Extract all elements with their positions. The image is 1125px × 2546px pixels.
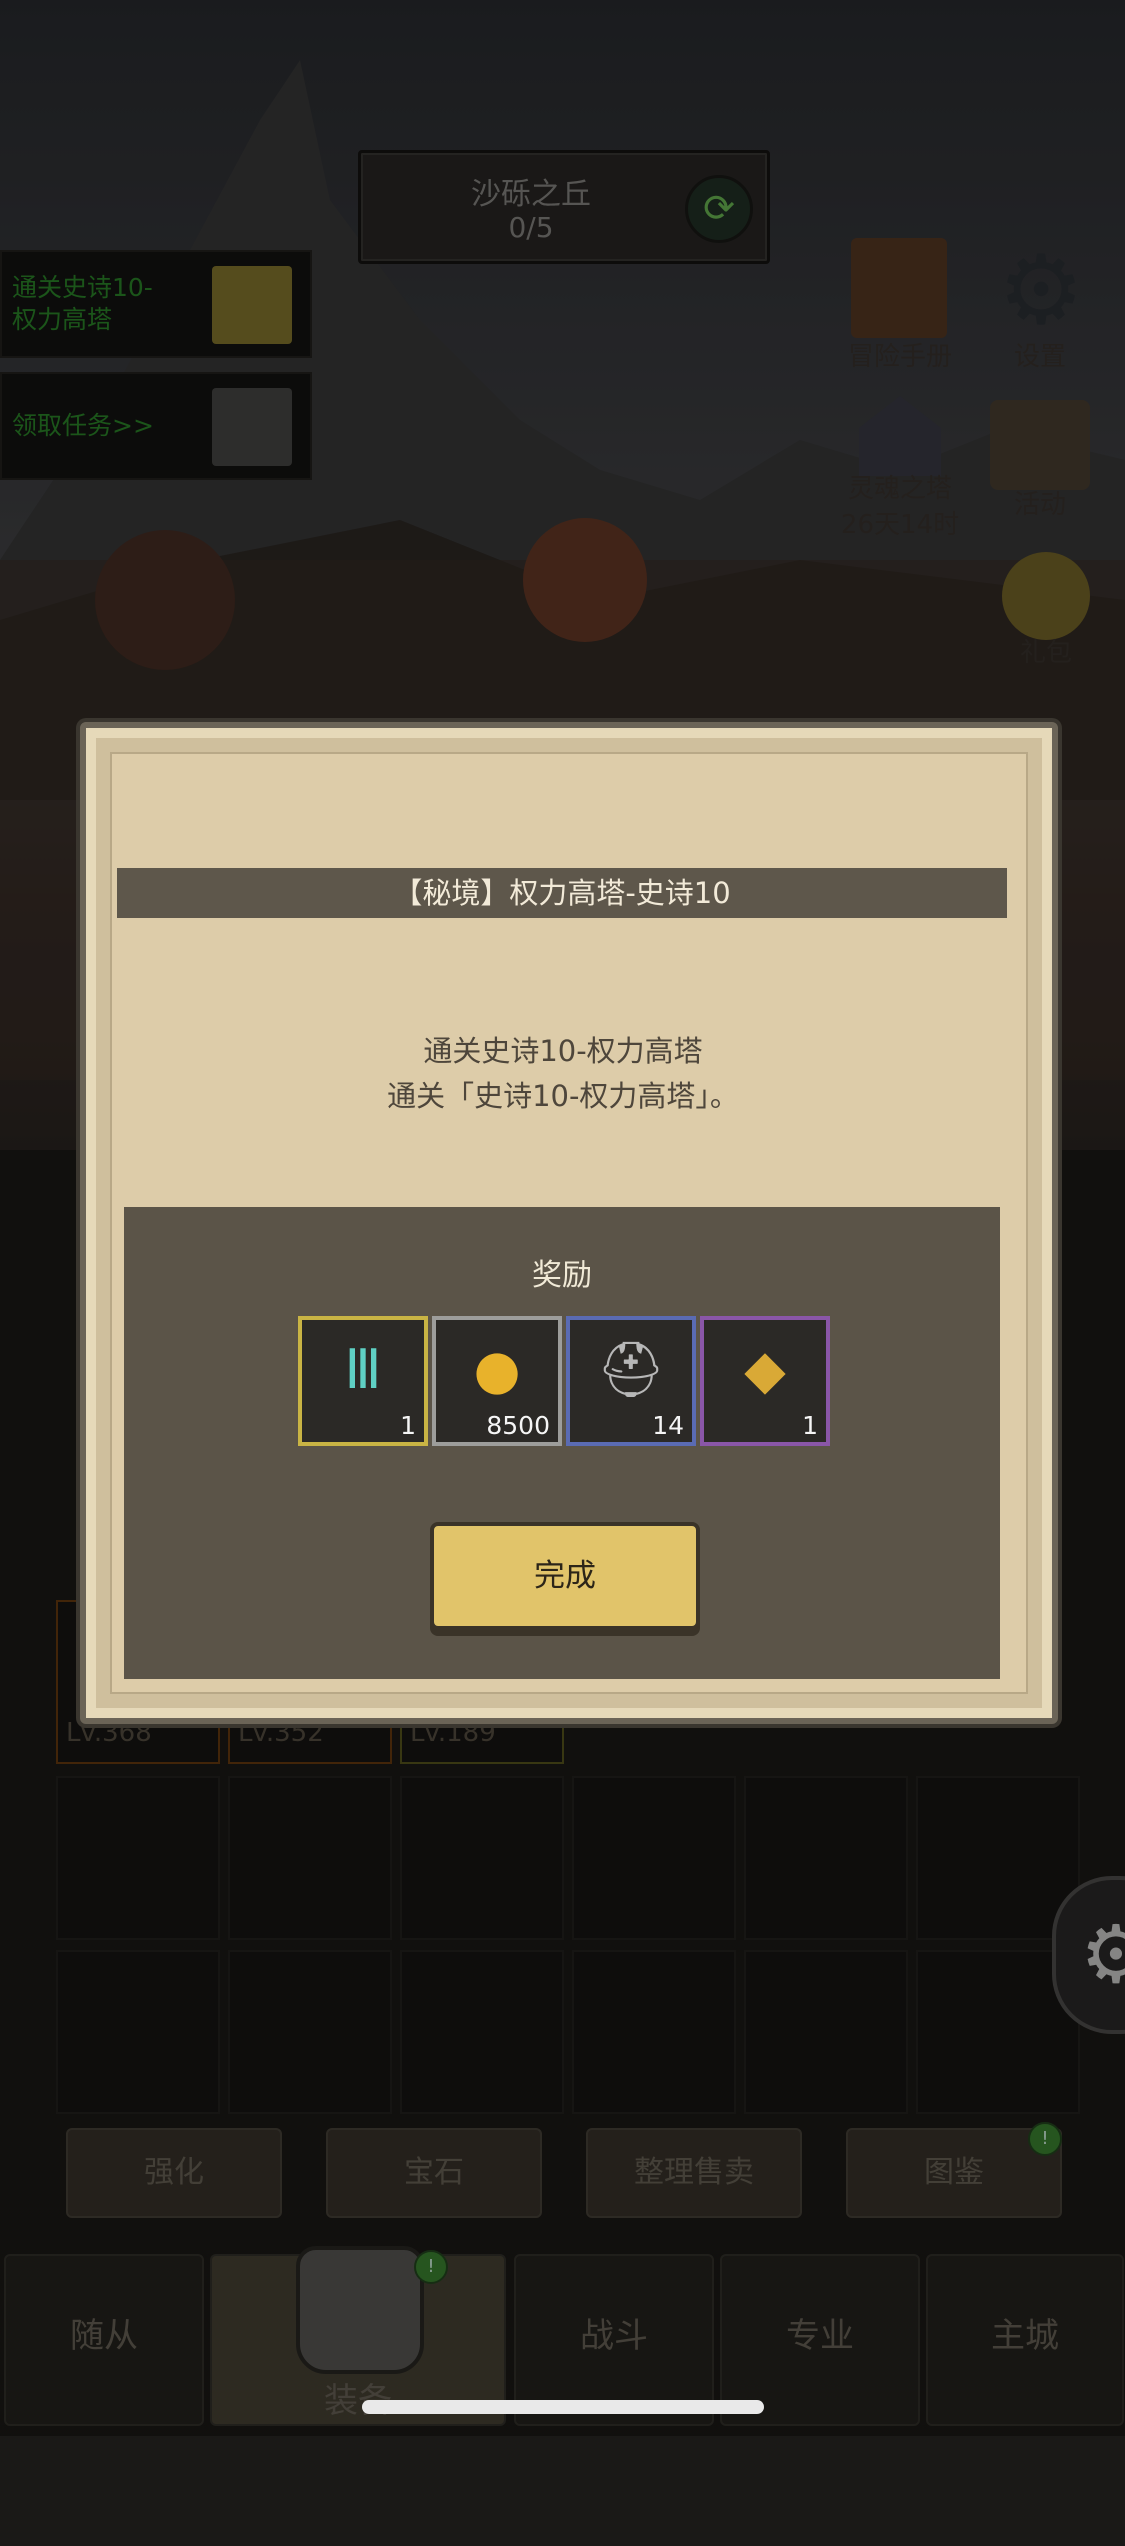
reward-item[interactable]: Ⅲ 1: [298, 1316, 428, 1446]
dialog-description: 通关「史诗10-权力高塔」。: [387, 1079, 739, 1113]
home-indicator[interactable]: [362, 2400, 764, 2414]
dialog-title: 【秘境】权力高塔-史诗10: [117, 868, 1007, 918]
horned-helmet-icon: ⛑: [596, 1338, 666, 1401]
reward-item[interactable]: ● 8500: [432, 1316, 562, 1446]
complete-button[interactable]: 完成: [430, 1522, 700, 1630]
reward-item[interactable]: ◆ 1: [700, 1316, 830, 1446]
dialog-description: 通关史诗10-权力高塔: [423, 1034, 703, 1068]
reward-count: 1: [400, 1411, 416, 1440]
ore-crystal-icon: ◆: [744, 1338, 786, 1401]
reward-item[interactable]: ⛑ 14: [566, 1316, 696, 1446]
reward-title: 奖励: [532, 1258, 592, 1293]
reward-count: 1: [802, 1411, 818, 1440]
roman-three-token-icon: Ⅲ: [344, 1338, 382, 1401]
gold-coin-icon: ●: [473, 1338, 521, 1401]
reward-count: 14: [652, 1411, 684, 1440]
reward-count: 8500: [486, 1411, 550, 1440]
